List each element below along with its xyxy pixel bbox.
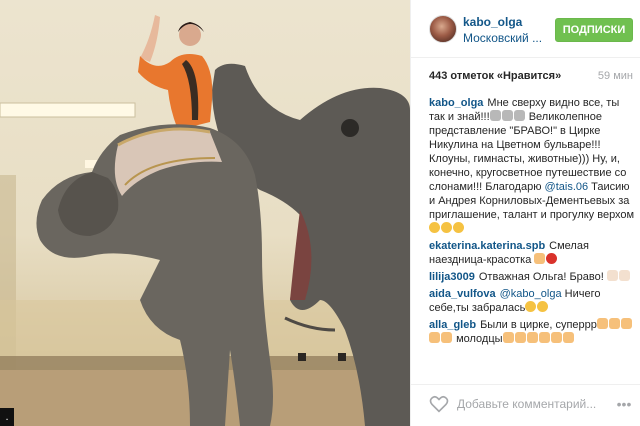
post-header: kabo_olga Московский ... ПОДПИСКИ [411, 0, 640, 58]
smile-emoji-icon [453, 222, 464, 233]
comments-list: kabo_olga Мне сверху видно все, ты так и … [429, 96, 635, 378]
likes-count[interactable]: 443 отметок «Нравится» [429, 70, 561, 82]
elephant-emoji-icon [513, 110, 525, 121]
clap-emoji-icon [562, 332, 574, 343]
clap-emoji-icon [526, 332, 538, 343]
rider-raised-arm [140, 15, 160, 62]
rose-emoji-icon [546, 253, 558, 264]
clap-emoji-icon [502, 332, 514, 343]
avatar[interactable] [429, 15, 457, 43]
thumbs-up-emoji-icon [441, 332, 452, 343]
mention-link[interactable]: @tais.06 [545, 181, 589, 193]
instagram-post-window: . kabo_olga Московский ... ПОДПИСКИ 443 … [0, 0, 640, 426]
comment-username[interactable]: ekaterina.katerina.spb [429, 240, 545, 252]
elephant-photo-illustration [0, 15, 410, 426]
heart-icon[interactable] [429, 395, 449, 413]
wave-emoji-icon [618, 270, 630, 281]
list-item: aida_vulfova @kabo_olga Ничего себе,ты за… [429, 287, 635, 315]
post-side-panel: kabo_olga Московский ... ПОДПИСКИ 443 от… [410, 0, 640, 426]
comment-username[interactable]: aida_vulfova [429, 288, 496, 300]
caption-comment: kabo_olga Мне сверху видно все, ты так и … [429, 96, 635, 236]
grin-emoji-icon [525, 301, 537, 312]
elephant-emoji-icon [501, 110, 513, 121]
comment-username[interactable]: alla_gleb [429, 319, 476, 331]
comment-composer: ••• [411, 384, 640, 426]
comment-username[interactable]: kabo_olga [429, 97, 483, 109]
thumbs-up-emoji-icon [620, 318, 632, 329]
elephant-eye [341, 119, 359, 137]
elephant-emoji-icon [489, 110, 501, 121]
smile-emoji-icon [441, 222, 452, 233]
follow-button[interactable]: ПОДПИСКИ [555, 18, 633, 42]
author-username[interactable]: kabo_olga [463, 15, 522, 29]
photo-corner-badge: . [0, 408, 14, 426]
post-time[interactable]: 59 мин [598, 70, 633, 82]
comment-text: Отважная Ольга! Браво! [478, 271, 604, 283]
comment-username[interactable]: lilija3009 [429, 271, 475, 283]
more-options-icon[interactable]: ••• [615, 395, 633, 413]
comment-text-1: Были в цирке, суперрр [480, 319, 597, 331]
clap-emoji-icon [514, 332, 526, 343]
floor-ring-1 [298, 353, 306, 361]
likes-row: 443 отметок «Нравится» 59 мин [429, 70, 633, 86]
comment-input[interactable] [457, 393, 607, 415]
smile-emoji-icon [429, 222, 440, 233]
post-photo[interactable]: . [0, 0, 410, 426]
ceiling-light-left [0, 103, 135, 117]
thumbs-up-emoji-icon [429, 332, 440, 343]
thumbs-up-emoji-icon [608, 318, 620, 329]
list-item: ekaterina.katerina.spb Смелая наездница-к… [429, 239, 635, 267]
floor-ring-2 [338, 353, 346, 361]
comment-text-2: молодцы [456, 333, 503, 345]
thumbs-up-emoji-icon [596, 318, 608, 329]
list-item: lilija3009 Отважная Ольга! Браво! [429, 270, 635, 284]
grin-emoji-icon [537, 301, 549, 312]
list-item: alla_gleb Были в цирке, суперрр молодцы [429, 318, 635, 346]
mention-link[interactable]: @kabo_olga [500, 288, 562, 300]
wave-emoji-icon [606, 270, 618, 281]
thumbs-up-emoji-icon [534, 253, 546, 264]
clap-emoji-icon [550, 332, 562, 343]
rider-orange-jacket [138, 54, 213, 130]
clap-emoji-icon [538, 332, 550, 343]
post-location[interactable]: Московский ... [463, 31, 543, 45]
